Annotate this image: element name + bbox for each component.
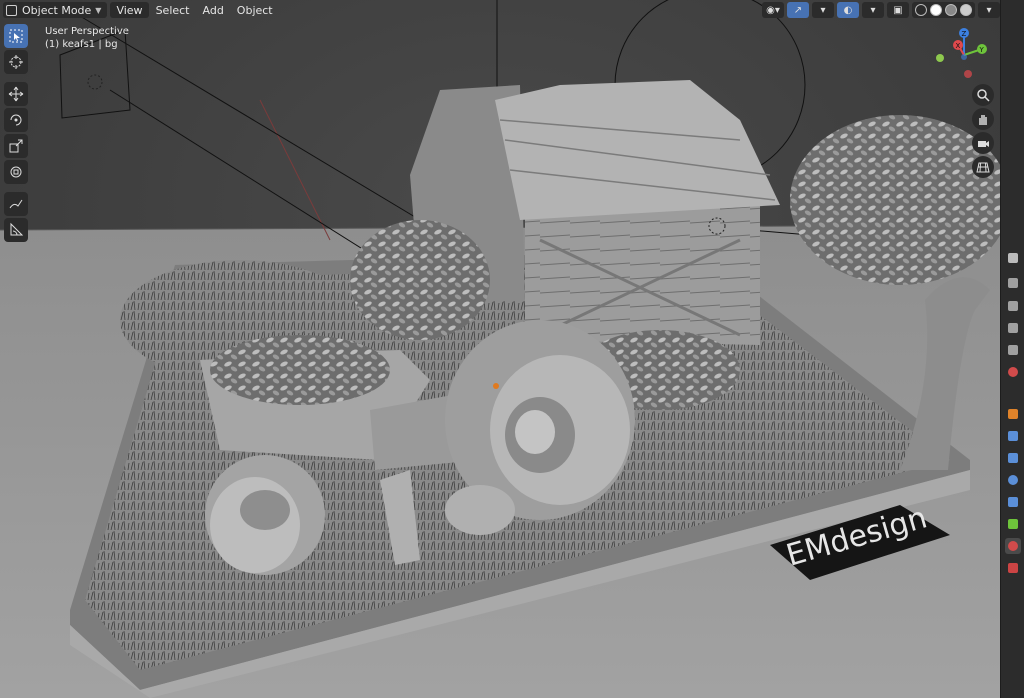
constraints-tab-icon[interactable] <box>1005 494 1021 510</box>
menu-add[interactable]: Add <box>197 2 230 18</box>
menu-view[interactable]: View <box>110 2 149 18</box>
chevron-down-icon: ▼ <box>95 5 102 15</box>
gizmo-y-label: Y <box>979 46 985 54</box>
output-tab-icon[interactable] <box>1005 298 1021 314</box>
modifier-tab-icon[interactable] <box>1005 428 1021 444</box>
object-mode-icon <box>6 4 17 16</box>
shading-icon[interactable] <box>912 2 975 18</box>
gizmo-dropdown-icon[interactable]: ▾ <box>812 2 834 18</box>
menu-object[interactable]: Object <box>231 2 279 18</box>
3d-viewport[interactable]: EMdesign Object Mode ▼ View Select Add O… <box>0 0 1000 698</box>
solid-shading-icon[interactable] <box>930 4 942 16</box>
gizmo-x-label: X <box>956 42 961 50</box>
physics-tab-icon[interactable] <box>1005 472 1021 488</box>
cursor-icon[interactable] <box>4 50 28 74</box>
mode-selector[interactable]: Object Mode ▼ <box>3 2 108 18</box>
material-tab-icon[interactable] <box>1005 538 1021 554</box>
menu-select[interactable]: Select <box>150 2 196 18</box>
pan-hand-icon[interactable] <box>972 108 994 130</box>
perspective-label: User Perspective <box>45 26 129 37</box>
texture-tab-icon[interactable] <box>1005 560 1021 576</box>
rotate-icon[interactable] <box>4 108 28 132</box>
gizmo-toggle-icon[interactable]: ↗ <box>787 2 809 18</box>
properties-tab-strip <box>1000 0 1024 698</box>
zoom-icon[interactable] <box>972 84 994 106</box>
scale-icon[interactable] <box>4 134 28 158</box>
material-shading-icon[interactable] <box>945 4 957 16</box>
rendered-shading-icon[interactable] <box>960 4 972 16</box>
viewport-info: User Perspective (1) keafs1 | bg <box>45 25 129 51</box>
annotate-icon[interactable] <box>4 192 28 216</box>
viewport-header-right: ◉▾ ↗ ▾ ◐ ▾ ▣ ▾ <box>762 1 1000 19</box>
tool-tab-icon[interactable] <box>1005 250 1021 266</box>
select-box-icon[interactable] <box>4 24 28 48</box>
camera-icon[interactable] <box>972 132 994 154</box>
visibility-icon[interactable]: ◉▾ <box>762 2 784 18</box>
particles-tab-icon[interactable] <box>1005 450 1021 466</box>
measure-icon[interactable] <box>4 218 28 242</box>
tool-shelf <box>4 24 30 244</box>
scene-tab-icon[interactable] <box>1005 342 1021 358</box>
world-tab-icon[interactable] <box>1005 364 1021 380</box>
scene-render: EMdesign <box>0 0 1000 698</box>
overlay-dropdown-icon[interactable]: ▾ <box>862 2 884 18</box>
transform-icon[interactable] <box>4 160 28 184</box>
view-layer-tab-icon[interactable] <box>1005 320 1021 336</box>
overlay-icon[interactable]: ◐ <box>837 2 859 18</box>
gizmo-z-label: Z <box>962 30 967 38</box>
mode-label: Object Mode <box>22 3 92 17</box>
grid-icon[interactable] <box>972 156 994 178</box>
render-tab-icon[interactable] <box>1005 275 1021 291</box>
object-tab-icon[interactable] <box>1005 406 1021 422</box>
navigation-gizmo[interactable]: Y Z X <box>932 25 996 85</box>
shading-dropdown-icon[interactable]: ▾ <box>978 2 1000 18</box>
move-icon[interactable] <box>4 82 28 106</box>
wireframe-shading-icon[interactable] <box>915 4 927 16</box>
xray-icon[interactable]: ▣ <box>887 2 909 18</box>
data-tab-icon[interactable] <box>1005 516 1021 532</box>
collection-label: (1) keafs1 | bg <box>45 39 118 50</box>
